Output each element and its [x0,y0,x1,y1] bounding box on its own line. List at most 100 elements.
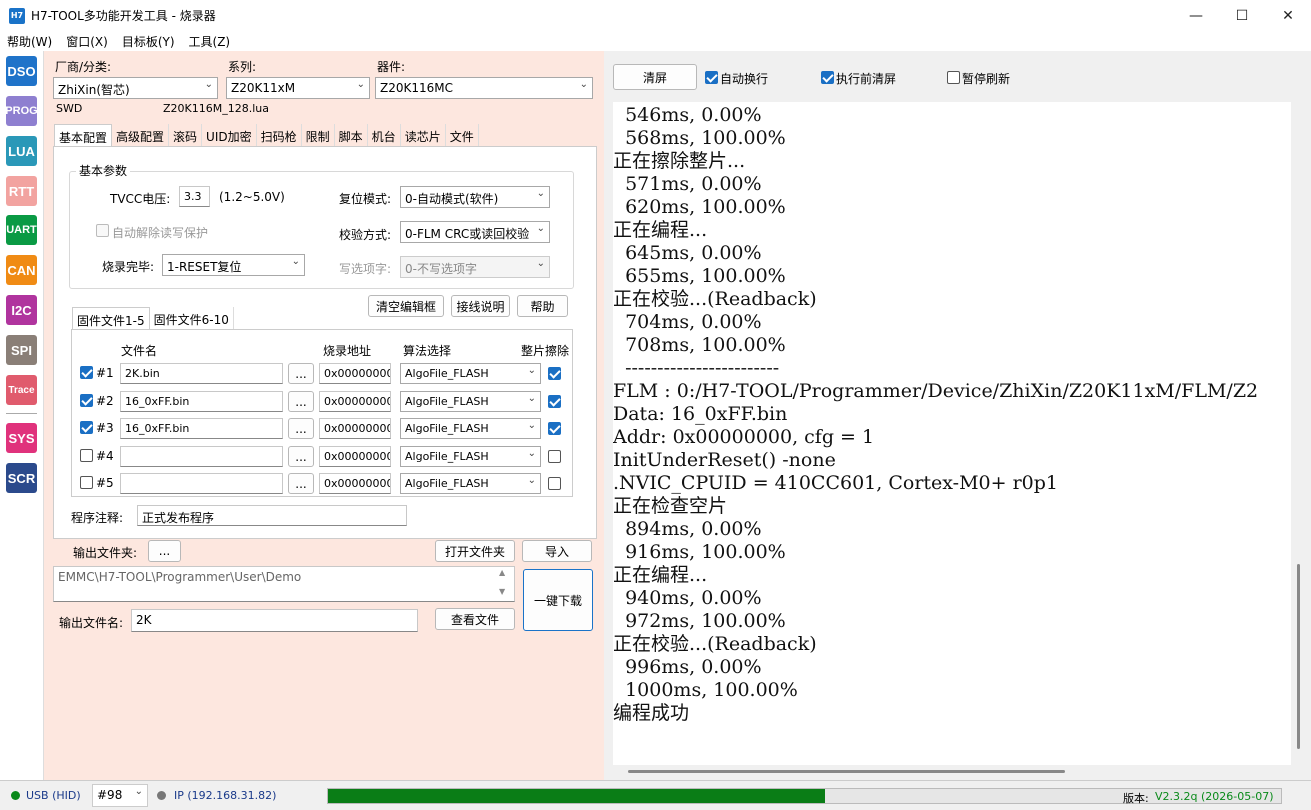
close-icon[interactable]: ✕ [1265,0,1311,31]
series-select[interactable]: Z20K11xM ⌄ [226,77,370,99]
tool-prog[interactable]: PROG [5,96,38,126]
clear-screen-button[interactable]: 清屏 [613,64,697,90]
file-browse-button[interactable]: ... [288,391,314,412]
tool-i2c[interactable]: I2C [6,295,37,325]
tab-script[interactable]: 脚本 [334,124,368,146]
window-title: H7-TOOL多功能开发工具 - 烧录器 [31,9,216,23]
file-enable-checkbox[interactable] [80,476,93,489]
verify-mode-select[interactable]: 0-FLM CRC或读回校验 ⌄ [400,221,550,243]
wiring-button[interactable]: 接线说明 [451,295,510,317]
log-line: 620ms, 100.00% [613,196,786,218]
file-address-input[interactable]: 0x00000000 [319,473,391,494]
chip-erase-checkbox[interactable] [548,367,561,380]
clear-edit-button[interactable]: 清空编辑框 [368,295,444,317]
file-name-input[interactable]: 16_0xFF.bin [120,391,283,412]
view-file-button[interactable]: 查看文件 [435,608,515,630]
file-enable-checkbox[interactable] [80,366,93,379]
tab-scanner[interactable]: 扫码枪 [256,124,302,146]
finish-select[interactable]: 1-RESET复位 ⌄ [162,254,305,276]
file-address-input[interactable]: 0x00000000 [319,418,391,439]
ip-status: IP (192.168.31.82) [174,789,277,802]
tool-spi[interactable]: SPI [6,335,37,365]
pause-refresh-checkbox[interactable] [947,71,960,84]
output-folder-browse-button[interactable]: ... [148,540,181,562]
open-folder-button[interactable]: 打开文件夹 [435,540,515,562]
file-name-input[interactable]: 16_0xFF.bin [120,418,283,439]
file-browse-button[interactable]: ... [288,473,314,494]
finish-value: 1-RESET复位 [167,260,242,274]
file-address-input[interactable]: 0x00000000 [319,363,391,384]
tab-file[interactable]: 文件 [445,124,479,146]
scroll-down-icon[interactable]: ▼ [499,587,505,596]
file-enable-checkbox[interactable] [80,421,93,434]
file-name-input[interactable]: 2K.bin [120,363,283,384]
log-line: 568ms, 100.00% [613,127,786,149]
clear-before-run-checkbox[interactable] [821,71,834,84]
device-select[interactable]: Z20K116MC ⌄ [375,77,593,99]
log-line: 正在校验...(Readback) [613,288,817,310]
chip-erase-checkbox[interactable] [548,395,561,408]
menu-target[interactable]: 目标板(Y) [115,33,182,50]
tool-uart[interactable]: UART [6,215,37,245]
maximize-icon[interactable]: ☐ [1219,0,1265,31]
file-enable-checkbox[interactable] [80,449,93,462]
tab-advanced[interactable]: 高级配置 [112,124,170,146]
file-name-input[interactable] [120,473,283,494]
tool-dso[interactable]: DSO [6,56,37,86]
comment-input[interactable]: 正式发布程序 [137,505,407,526]
port-select[interactable]: #98 ⌄ [92,784,148,807]
algorithm-select[interactable]: AlgoFile_FLASH ⌄ [400,446,541,467]
tool-scr[interactable]: SCR [6,463,37,493]
tool-lua[interactable]: LUA [6,136,37,166]
file-browse-button[interactable]: ... [288,446,314,467]
file-address-input[interactable]: 0x00000000 [319,391,391,412]
basic-params-title: 基本参数 [76,162,131,179]
tab-read-chip[interactable]: 读芯片 [400,124,446,146]
tool-rtt[interactable]: RTT [6,176,37,206]
auto-unlock-checkbox[interactable] [96,224,109,237]
tool-sys[interactable]: SYS [6,423,37,453]
tab-firmware-1-5[interactable]: 固件文件1-5 [72,307,150,329]
log-output[interactable]: 546ms, 0.00% 568ms, 100.00% 正在擦除整片... 571… [613,102,1291,765]
file-name-input[interactable] [120,446,283,467]
log-line: 708ms, 100.00% [613,334,786,356]
algorithm-select[interactable]: AlgoFile_FLASH ⌄ [400,363,541,384]
tool-can[interactable]: CAN [6,255,37,285]
file-address-input[interactable]: 0x00000000 [319,446,391,467]
tab-rolling-code[interactable]: 滚码 [169,124,203,146]
file-browse-button[interactable]: ... [288,418,314,439]
tab-limit[interactable]: 限制 [301,124,335,146]
output-path-box[interactable]: EMMC\H7-TOOL\Programmer\User\Demo [53,566,515,602]
status-bar: USB (HID) #98 ⌄ IP (192.168.31.82) 版本: V2… [0,780,1311,810]
autowrap-checkbox[interactable] [705,71,718,84]
output-filename-input[interactable]: 2K [131,609,418,632]
menu-window[interactable]: 窗口(X) [59,33,115,50]
algorithm-select[interactable]: AlgoFile_FLASH ⌄ [400,473,541,494]
tab-uid-encrypt[interactable]: UID加密 [202,124,257,146]
log-vertical-scrollbar[interactable] [1297,564,1300,749]
algorithm-select[interactable]: AlgoFile_FLASH ⌄ [400,391,541,412]
algorithm-select[interactable]: AlgoFile_FLASH ⌄ [400,418,541,439]
file-browse-button[interactable]: ... [288,363,314,384]
option-byte-label: 写选项字: [339,262,392,276]
option-byte-select[interactable]: 0-不写选项字 ⌄ [400,256,550,278]
chip-erase-checkbox[interactable] [548,422,561,435]
minimize-icon[interactable]: — [1173,0,1219,31]
tab-basic[interactable]: 基本配置 [54,124,113,146]
tab-firmware-6-10[interactable]: 固件文件6-10 [149,307,234,329]
help-button[interactable]: 帮助 [517,295,568,317]
tool-trace[interactable]: Trace [6,375,37,405]
import-button[interactable]: 导入 [522,540,592,562]
one-click-download-button[interactable]: 一键下载 [523,569,593,631]
scroll-up-icon[interactable]: ▲ [499,568,505,577]
tab-machine[interactable]: 机台 [367,124,401,146]
reset-mode-select[interactable]: 0-自动模式(软件) ⌄ [400,186,550,208]
menu-help[interactable]: 帮助(W) [0,33,59,50]
tvcc-input[interactable]: 3.3 [179,186,210,207]
vendor-select[interactable]: ZhiXin(智芯) ⌄ [53,77,218,99]
log-horizontal-scrollbar[interactable] [628,770,1065,773]
file-enable-checkbox[interactable] [80,394,93,407]
chip-erase-checkbox[interactable] [548,477,561,490]
chip-erase-checkbox[interactable] [548,450,561,463]
menu-tools[interactable]: 工具(Z) [182,33,238,50]
